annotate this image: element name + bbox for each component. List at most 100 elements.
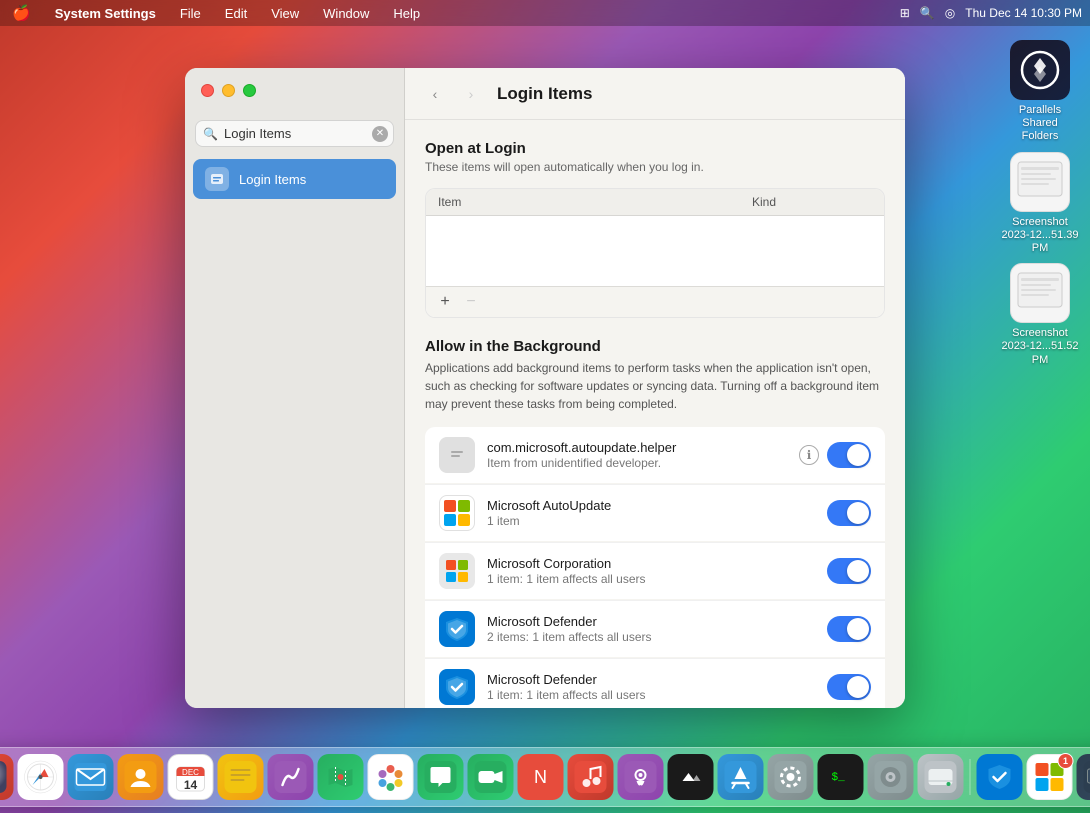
- ms-autoupdate-toggle[interactable]: [827, 500, 871, 526]
- control-center-icon[interactable]: ⊞: [900, 6, 910, 20]
- sidebar-login-items-label: Login Items: [239, 172, 306, 187]
- main-content: ‹ › Login Items Open at Login These item…: [405, 68, 905, 708]
- ms-autoupdate-icon: [439, 495, 475, 531]
- back-button[interactable]: ‹: [421, 84, 449, 104]
- screenshot1-icon: [1010, 152, 1070, 212]
- ms-defender-2-sub: 1 item: 1 item affects all users: [487, 688, 815, 702]
- apple-menu[interactable]: 🍎: [8, 2, 35, 24]
- dock-music[interactable]: [568, 754, 614, 800]
- dock-appstore[interactable]: [718, 754, 764, 800]
- open-at-login-desc: These items will open automatically when…: [425, 159, 885, 176]
- minimize-button[interactable]: [222, 84, 235, 97]
- ms-defender-1-toggle[interactable]: [827, 616, 871, 642]
- screenshot2-icon: [1010, 263, 1070, 323]
- search-icon-menubar[interactable]: 🔍: [920, 6, 935, 20]
- menubar-file[interactable]: File: [176, 4, 205, 23]
- ms-corp-toggle[interactable]: [827, 558, 871, 584]
- siri-icon[interactable]: ◎: [945, 6, 955, 20]
- content-area[interactable]: Open at Login These items will open auto…: [405, 120, 905, 708]
- ms-defender-2-info: Microsoft Defender 1 item: 1 item affect…: [487, 672, 815, 702]
- search-bar: 🔍 ✕: [195, 120, 394, 147]
- dock-calendar[interactable]: 14DEC: [168, 754, 214, 800]
- remove-item-button[interactable]: −: [460, 291, 482, 313]
- maximize-button[interactable]: [243, 84, 256, 97]
- ms-defender-2-icon: [439, 669, 475, 705]
- col-header-item: Item: [438, 195, 752, 209]
- ms-defender-2-name: Microsoft Defender: [487, 672, 815, 687]
- svg-text:DEC: DEC: [182, 768, 199, 777]
- ms-autoupdate-helper-toggle[interactable]: [827, 442, 871, 468]
- svg-text:14: 14: [184, 778, 198, 792]
- dock-defender[interactable]: [977, 754, 1023, 800]
- background-title: Allow in the Background: [425, 338, 885, 355]
- dock-messages[interactable]: [418, 754, 464, 800]
- forward-button[interactable]: ›: [457, 84, 485, 104]
- dock-podcasts[interactable]: [618, 754, 664, 800]
- dock-system-settings[interactable]: [768, 754, 814, 800]
- login-items-table: Item Kind + −: [425, 188, 885, 318]
- ms-autoupdate-helper-icon: [439, 437, 475, 473]
- sidebar-item-login-items[interactable]: Login Items: [193, 159, 396, 199]
- allow-background-section: Allow in the Background Applications add…: [425, 338, 885, 708]
- dock-mail[interactable]: [68, 754, 114, 800]
- dock-launchpad[interactable]: 🚀: [0, 754, 14, 800]
- desktop-icon-parallels[interactable]: Parallels SharedFolders: [1000, 40, 1080, 144]
- close-button[interactable]: [201, 84, 214, 97]
- ms-defender-2-toggle[interactable]: [827, 674, 871, 700]
- title-bar: ‹ › Login Items: [405, 68, 905, 120]
- dock-contacts[interactable]: [118, 754, 164, 800]
- menubar-window[interactable]: Window: [319, 4, 373, 23]
- ms-autoupdate-name: Microsoft AutoUpdate: [487, 498, 815, 513]
- search-clear-button[interactable]: ✕: [372, 126, 388, 142]
- svg-text:$_: $_: [832, 772, 846, 784]
- add-item-button[interactable]: +: [434, 291, 456, 313]
- table-body: [426, 216, 884, 286]
- page-title: Login Items: [497, 84, 592, 104]
- ms-autoupdate-helper-info-btn[interactable]: ℹ: [799, 445, 819, 465]
- ms-defender-1-icon: [439, 611, 475, 647]
- dock-mstools[interactable]: 1: [1027, 754, 1073, 800]
- table-header: Item Kind: [426, 189, 884, 216]
- datetime: Thu Dec 14 10:30 PM: [965, 6, 1082, 20]
- ms-corp-controls: [827, 558, 871, 584]
- ms-corp-sub: 1 item: 1 item affects all users: [487, 572, 815, 586]
- dock-facetime[interactable]: [468, 754, 514, 800]
- dock-remote[interactable]: [1077, 754, 1090, 800]
- ms-autoupdate-helper-info: com.microsoft.autoupdate.helper Item fro…: [487, 440, 787, 470]
- table-controls: + −: [426, 286, 884, 317]
- search-icon: 🔍: [203, 127, 218, 141]
- menubar-help[interactable]: Help: [389, 4, 424, 23]
- ms-autoupdate-controls: [827, 500, 871, 526]
- bg-item-ms-defender-1: Microsoft Defender 2 items: 1 item affec…: [425, 600, 885, 657]
- dock-notes[interactable]: [218, 754, 264, 800]
- ms-corp-info: Microsoft Corporation 1 item: 1 item aff…: [487, 556, 815, 586]
- dock-safari[interactable]: [18, 754, 64, 800]
- dock-news[interactable]: N: [518, 754, 564, 800]
- ms-defender-1-info: Microsoft Defender 2 items: 1 item affec…: [487, 614, 815, 644]
- open-at-login-section: Open at Login These items will open auto…: [425, 140, 885, 318]
- ms-defender-1-controls: [827, 616, 871, 642]
- dock-diskutil[interactable]: [868, 754, 914, 800]
- bg-item-ms-corp: Microsoft Corporation 1 item: 1 item aff…: [425, 542, 885, 599]
- dock: 🚀 14DEC: [0, 747, 1090, 807]
- ms-corp-name: Microsoft Corporation: [487, 556, 815, 571]
- menubar-app-name[interactable]: System Settings: [51, 4, 160, 23]
- desktop-icon-screenshot2[interactable]: Screenshot2023-12...51.52 PM: [1000, 263, 1080, 367]
- dock-terminal[interactable]: $_: [818, 754, 864, 800]
- ms-autoupdate-helper-controls: ℹ: [799, 442, 871, 468]
- window-controls: [201, 84, 256, 97]
- ms-autoupdate-sub: 1 item: [487, 514, 815, 528]
- mstools-badge: 1: [1058, 753, 1074, 769]
- bg-item-ms-autoupdate-helper: com.microsoft.autoupdate.helper Item fro…: [425, 427, 885, 483]
- dock-maps[interactable]: [318, 754, 364, 800]
- dock-photos[interactable]: [368, 754, 414, 800]
- dock-freeform[interactable]: [268, 754, 314, 800]
- dock-appletv[interactable]: [668, 754, 714, 800]
- parallels-label: Parallels SharedFolders: [1000, 104, 1080, 144]
- menubar-edit[interactable]: Edit: [221, 4, 251, 23]
- dock-drive[interactable]: [918, 754, 964, 800]
- menubar-view[interactable]: View: [267, 4, 303, 23]
- search-input[interactable]: [195, 120, 394, 147]
- desktop-icon-screenshot1[interactable]: Screenshot2023-12...51.39 PM: [1000, 152, 1080, 256]
- menubar: 🍎 System Settings File Edit View Window …: [0, 0, 1090, 26]
